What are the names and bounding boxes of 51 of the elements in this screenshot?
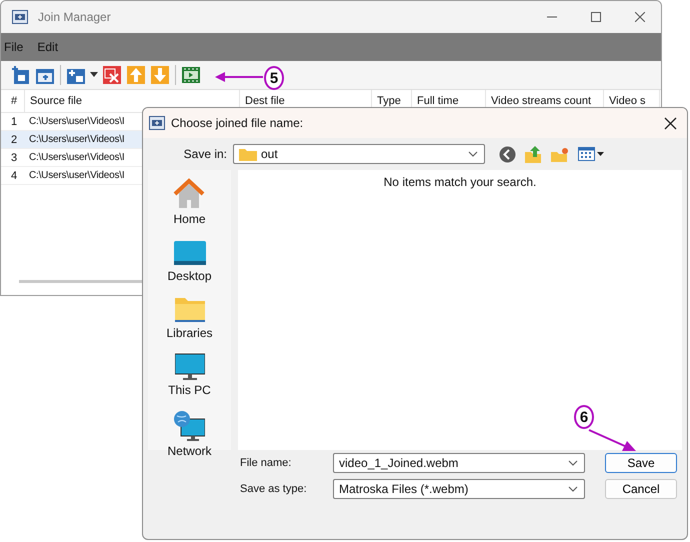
back-icon[interactable]	[499, 146, 516, 162]
save-in-dropdown[interactable]: out	[233, 144, 485, 164]
folder-icon	[174, 296, 204, 324]
view-menu-icon[interactable]	[578, 146, 604, 162]
new-folder-icon[interactable]	[551, 146, 569, 162]
menu-item[interactable]: Edit	[37, 40, 58, 54]
menu-item[interactable]: File	[4, 40, 24, 54]
place-item[interactable]: Desktop	[167, 239, 212, 283]
place-item[interactable]: Network	[167, 410, 212, 458]
desktop-icon	[174, 239, 206, 267]
caret-icon[interactable]	[90, 72, 98, 78]
window-title: Join Manager	[38, 10, 111, 24]
row-number: 3	[10, 152, 18, 164]
row-number: 4	[10, 170, 18, 182]
chevron-down-icon	[468, 151, 478, 157]
column-header[interactable]: #	[1, 90, 25, 112]
close-icon[interactable]	[664, 116, 677, 130]
file-name-field[interactable]: video_1_Joined.webm	[333, 453, 585, 473]
home-icon	[173, 178, 206, 210]
maximize-icon[interactable]	[591, 12, 601, 22]
folder-icon	[239, 147, 257, 161]
delete-icon[interactable]	[102, 65, 122, 85]
place-item[interactable]: Home	[173, 178, 206, 226]
dialog-title: Choose joined file name:	[171, 116, 304, 130]
cancel-button[interactable]: Cancel	[605, 479, 677, 499]
annotation-arrow	[588, 429, 636, 451]
table-cell-text: C:\Users\user\Videos\I	[28, 134, 124, 145]
table-cell-text: C:\Users\user\Videos\I	[28, 116, 124, 127]
film-icon[interactable]	[181, 65, 201, 85]
chevron-down-icon	[568, 486, 578, 492]
save-button[interactable]: Save	[605, 453, 677, 473]
app-icon	[149, 116, 165, 130]
save-type-dropdown[interactable]: Matroska Files (*.webm)	[333, 479, 585, 499]
row-number: 2	[10, 134, 18, 146]
chevron-down-icon	[568, 460, 578, 466]
monitor-icon	[174, 353, 204, 381]
up-folder-icon[interactable]	[525, 146, 542, 162]
place-item[interactable]: Libraries	[166, 296, 213, 340]
save-in-label: Save in:	[182, 147, 228, 161]
app-icon	[12, 10, 28, 24]
table-cell-text: C:\Users\user\Videos\I	[28, 152, 124, 163]
save-type-label: Save as type:	[240, 483, 308, 495]
file-name-label: File name:	[240, 457, 292, 469]
annotation-arrow	[215, 71, 263, 83]
network-icon	[173, 410, 206, 442]
place-item[interactable]: This PC	[168, 353, 211, 397]
close-icon[interactable]	[635, 12, 645, 22]
table-cell-text: C:\Users\user\Videos\I	[28, 170, 124, 181]
add-file-icon[interactable]	[11, 65, 31, 85]
empty-message: No items match your search.	[384, 175, 536, 191]
row-number: 1	[10, 116, 18, 128]
